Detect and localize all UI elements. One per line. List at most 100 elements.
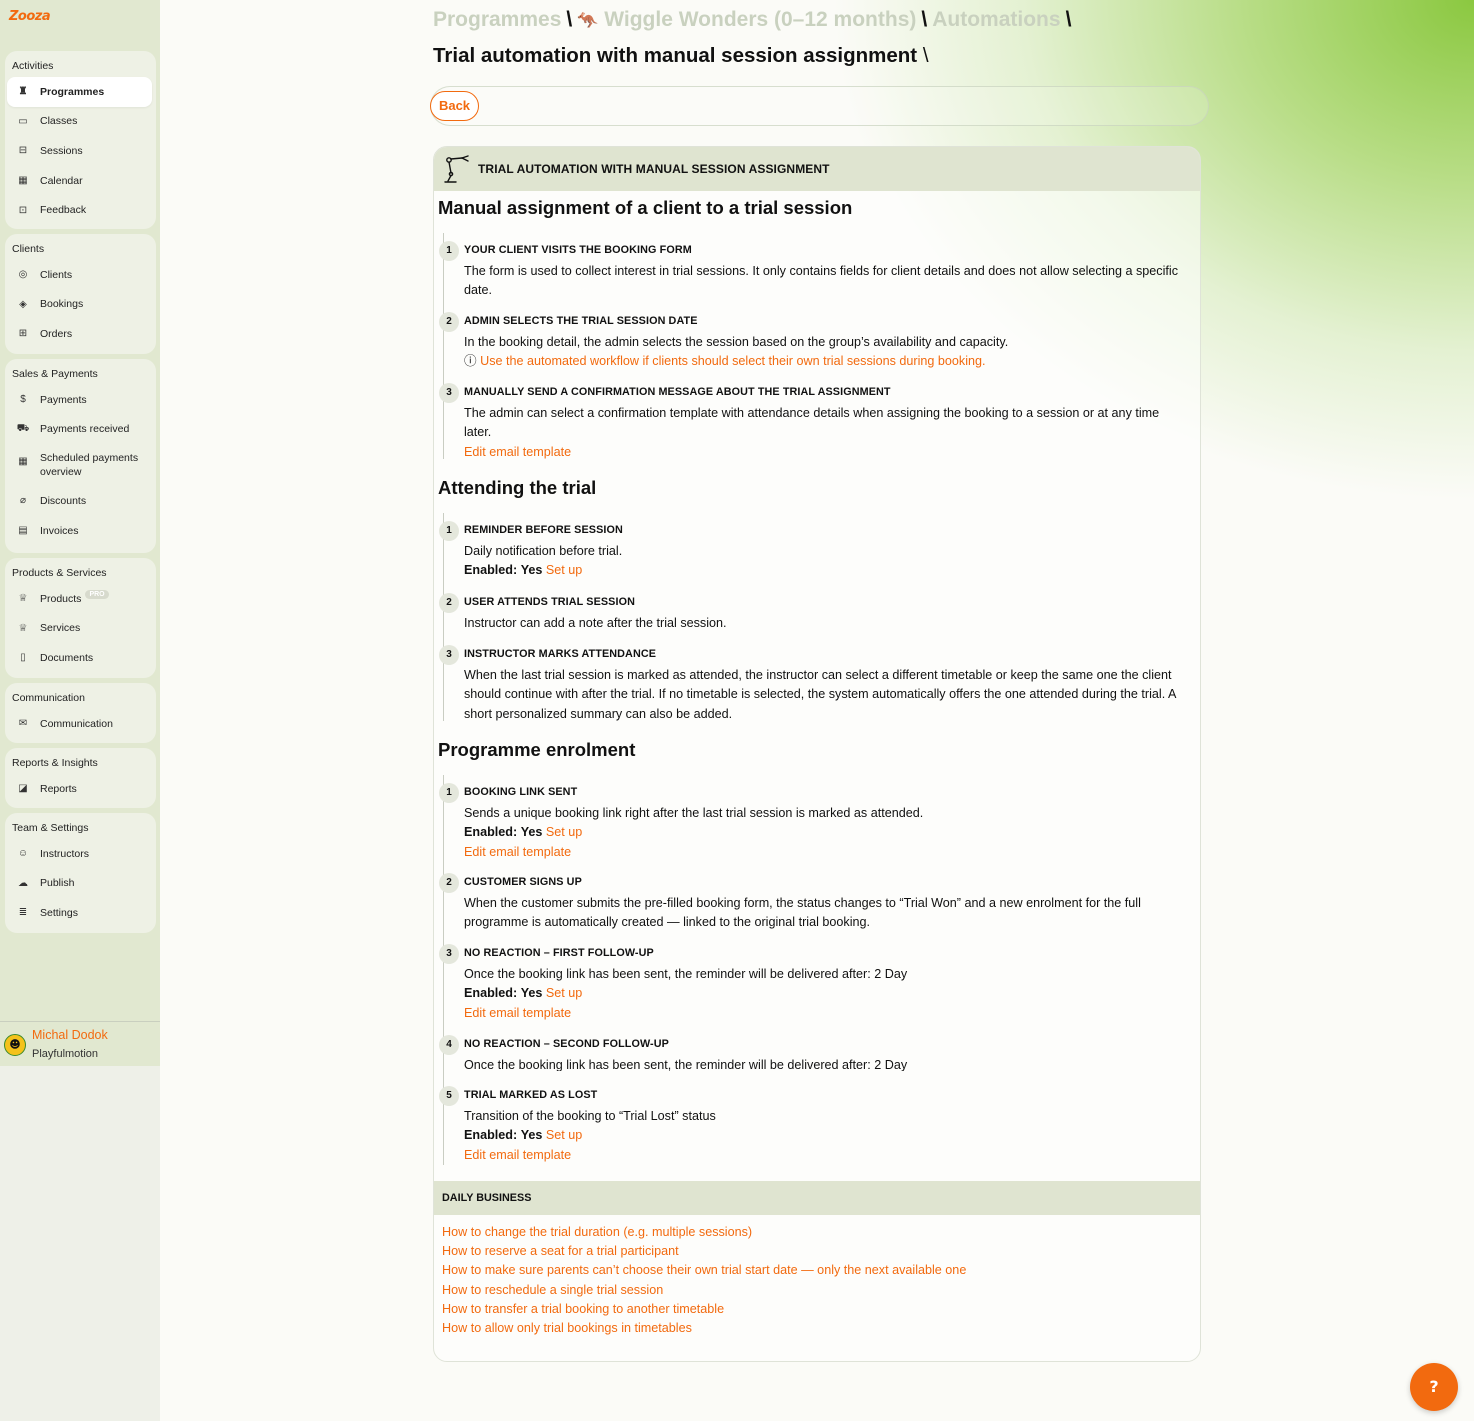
briefcase-icon: ⊟ [18,145,28,157]
programme-emoji-icon: 🦘 [577,11,599,30]
calendar-icon: ▦ [18,175,28,187]
step-number: 1 [439,783,459,803]
step-description: The admin can select a confirmation temp… [464,406,1160,440]
step-description: Transition of the booking to “Trial Lost… [464,1109,716,1123]
step-description: Instructor can add a note after the tria… [464,616,727,630]
setup-link[interactable]: Set up [546,1128,582,1142]
help-article-link[interactable]: How to transfer a trial booking to anoth… [442,1300,966,1319]
nav-group-title: Clients [12,243,45,255]
nav-group-title: Sales & Payments [12,368,98,380]
sidebar-item-calendar[interactable]: ▦ Calendar [7,166,152,196]
automation-card: TRIAL AUTOMATION WITH MANUAL SESSION ASS… [433,146,1201,1362]
edit-email-template-link[interactable]: Edit email template [464,843,1189,862]
user-organization: Playfulmotion [32,1048,99,1060]
step: 1 BOOKING LINK SENT Sends a unique booki… [439,783,1189,862]
help-article-link[interactable]: How to make sure parents can’t choose th… [442,1261,966,1280]
sidebar-item-products[interactable]: ♕ Products PRO [7,584,152,614]
step: 2 USER ATTENDS TRIAL SESSION Instructor … [439,593,1189,633]
step-number: 4 [439,1035,459,1055]
sidebar-item-sessions[interactable]: ⊟ Sessions [7,136,152,166]
step-description: When the customer submits the pre-filled… [464,896,1141,930]
avatar: ☻ [4,1034,26,1056]
sidebar-item-bookings[interactable]: ◈ Bookings [7,290,152,320]
sidebar-item-scheduled-payments[interactable]: ▦ Scheduled payments overview [7,444,152,486]
page-title: Trial automation with manual session ass… [433,44,929,67]
sidebar-item-reports[interactable]: ◪ Reports [7,774,152,804]
sidebar-item-programmes[interactable]: ♜ Programmes [7,77,152,107]
step-number: 2 [439,593,459,613]
step: 4 NO REACTION – SECOND FOLLOW-UP Once th… [439,1035,1189,1071]
zooza-logo[interactable]: Zooza [9,9,51,24]
edit-email-template-link[interactable]: Edit email template [464,1146,1189,1165]
pro-badge: PRO [85,590,109,600]
crown-icon: ♕ [18,593,28,605]
sidebar-item-communication[interactable]: ✉ Communication [7,709,152,739]
sidebar-item-instructors[interactable]: ☺ Instructors [7,839,152,869]
step-number: 2 [439,312,459,332]
inbox-icon: ⊡ [18,204,28,216]
breadcrumb-programmes[interactable]: Programmes [433,8,561,31]
sidebar-item-payments-received[interactable]: ⛟ Payments received [7,415,152,445]
setup-link[interactable]: Set up [546,563,582,577]
help-article-link[interactable]: How to allow only trial bookings in time… [442,1319,966,1338]
sidebar-item-documents[interactable]: ▯ Documents [7,643,152,673]
nav-group-clients: Clients ◎ Clients ◈ Bookings ⊞ Orders [5,234,156,354]
step-description: Once the booking link has been sent, the… [464,1058,908,1071]
step-title: NO REACTION – FIRST FOLLOW-UP [464,947,654,959]
sidebar-item-orders[interactable]: ⊞ Orders [7,319,152,349]
step: 1 YOUR CLIENT VISITS THE BOOKING FORM Th… [439,241,1189,301]
nav-group-activities: Activities ♜ Programmes ▭ Classes ⊟ Session… [5,51,156,229]
user-icon: ☺ [17,848,29,860]
calendar-grid-icon: ▦ [18,456,28,468]
steps-list: 1 BOOKING LINK SENT Sends a unique booki… [439,775,1193,1165]
sidebar-item-publish[interactable]: ☁ Publish [7,869,152,899]
sidebar-item-discounts[interactable]: ⌀ Discounts [7,486,152,516]
sidebar-item-settings[interactable]: ≣ Settings [7,898,152,928]
nav-group-team-settings: Team & Settings ☺ Instructors ☁ Publish ≣ S… [5,813,156,933]
chart-icon: ◪ [18,783,28,795]
sidebar-item-clients[interactable]: ◎ Clients [7,260,152,290]
nav-group-title: Team & Settings [12,822,89,834]
sidebar-item-payments[interactable]: $ Payments [7,385,152,415]
user-profile[interactable]: ☻ Michal Dodok Playfulmotion [0,1021,160,1066]
nav-group-communication: Communication ✉ Communication [5,683,156,743]
edit-email-template-link[interactable]: Edit email template [464,1004,1189,1023]
nav-group-reports-insights: Reports & Insights ◪ Reports [5,748,156,808]
gift-icon: ⊞ [18,328,28,340]
daily-business-header: DAILY BUSINESS [434,1181,1200,1215]
info-icon: ⓘ [464,354,477,369]
trophy-icon: ♜ [18,86,28,98]
mail-icon: ✉ [18,718,28,730]
edit-email-template-link[interactable]: Edit email template [464,443,1189,462]
tag-icon: ⌀ [19,495,27,507]
card-header-title: TRIAL AUTOMATION WITH MANUAL SESSION ASS… [478,162,830,176]
breadcrumb-separator: \ [1065,8,1072,31]
sidebar-item-services[interactable]: ♕ Services [7,614,152,644]
step-description: Daily notification before trial. [464,544,623,558]
back-button[interactable]: Back [430,91,479,121]
card-header: TRIAL AUTOMATION WITH MANUAL SESSION ASS… [434,147,1200,191]
step-title: NO REACTION – SECOND FOLLOW-UP [464,1038,669,1050]
sidebar-item-invoices[interactable]: ▤ Invoices [7,516,152,546]
workflow-info-link[interactable]: ⓘ Use the automated workflow if clients … [464,352,1189,371]
step-number: 3 [439,944,459,964]
user-name[interactable]: Michal Dodok [32,1028,108,1042]
sidebar-item-feedback[interactable]: ⊡ Feedback [7,195,152,225]
step-title: CUSTOMER SIGNS UP [464,876,582,888]
step-number: 5 [439,1086,459,1106]
help-article-link[interactable]: How to change the trial duration (e.g. m… [442,1223,966,1242]
receipt-icon: ▤ [18,525,28,537]
setup-link[interactable]: Set up [546,986,582,1000]
help-article-link[interactable]: How to reschedule a single trial session [442,1281,966,1300]
breadcrumb-automations[interactable]: Automations [932,8,1060,31]
step-description: Once the booking link has been sent, the… [464,967,908,981]
help-article-link[interactable]: How to reserve a seat for a trial partic… [442,1242,966,1261]
step-title: ADMIN SELECTS THE TRIAL SESSION DATE [464,315,698,327]
enabled-status: Enabled: Yes Set up [464,563,583,578]
step-number: 2 [439,873,459,893]
breadcrumb-programme[interactable]: Wiggle Wonders (0–12 months) [604,8,916,31]
sidebar-item-classes[interactable]: ▭ Classes [7,107,152,137]
setup-link[interactable]: Set up [546,825,582,839]
help-button[interactable]: ? [1410,1363,1458,1411]
document-icon: ▯ [20,652,26,664]
